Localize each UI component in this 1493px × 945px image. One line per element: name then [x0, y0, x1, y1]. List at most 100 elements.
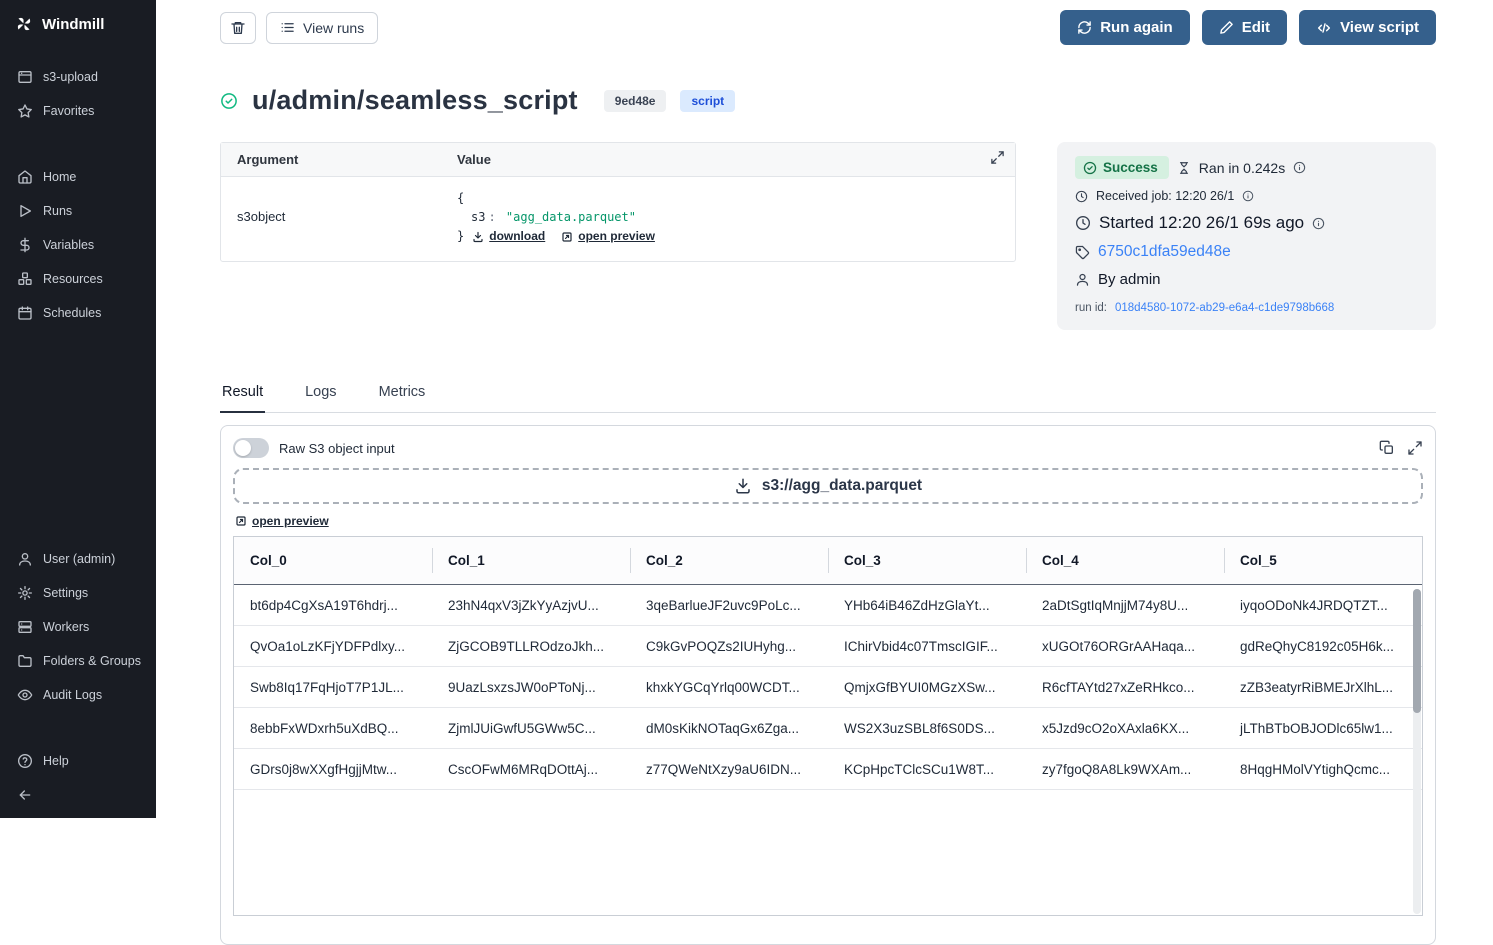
result-table-body: bt6dp4CgXsA19T6hdrj...23hN4qxV3jZkYyAzjv… [234, 585, 1422, 790]
page-title: u/admin/seamless_script [252, 85, 578, 116]
sidebar-item-label: Resources [43, 272, 103, 286]
sidebar-item-label: User (admin) [43, 552, 115, 566]
scrollbar-thumb[interactable] [1413, 589, 1421, 713]
tag-icon [1075, 245, 1090, 260]
edit-button[interactable]: Edit [1202, 10, 1287, 45]
table-cell: QvOa1oLzKFjYDFPdlxy... [234, 626, 432, 667]
table-cell: bt6dp4CgXsA19T6hdrj... [234, 585, 432, 626]
result-table-container: Col_0Col_1Col_2Col_3Col_4Col_5 bt6dp4CgX… [233, 536, 1423, 916]
table-cell: iyqoODoNk4JRDQTZT... [1224, 585, 1422, 626]
sidebar-item-help[interactable]: Help [0, 744, 156, 778]
run-again-button[interactable]: Run again [1060, 10, 1190, 45]
eye-icon [17, 687, 33, 703]
sidebar-item-folders-groups[interactable]: Folders & Groups [0, 644, 156, 678]
by-text: By admin [1098, 271, 1161, 288]
sidebar-item-resources[interactable]: Resources [0, 262, 156, 296]
copy-icon[interactable] [1379, 440, 1395, 456]
view-runs-button[interactable]: View runs [266, 12, 378, 44]
sidebar-item-label: Runs [43, 204, 72, 218]
sidebar-item-settings[interactable]: Settings [0, 576, 156, 610]
sidebar-item-schedules[interactable]: Schedules [0, 296, 156, 330]
title-row: u/admin/seamless_script 9ed48e script [220, 85, 1436, 116]
download-icon [734, 477, 752, 495]
column-header: Col_2 [630, 537, 828, 585]
delete-button[interactable] [220, 12, 256, 44]
sidebar-item-variables[interactable]: Variables [0, 228, 156, 262]
run-id-label: run id: [1075, 302, 1107, 314]
sidebar-item-label: Variables [43, 238, 94, 252]
sidebar-item-workers[interactable]: Workers [0, 610, 156, 644]
column-header: Col_3 [828, 537, 1026, 585]
column-header: Col_1 [432, 537, 630, 585]
json-brace-close: } [457, 229, 464, 243]
info-icon[interactable] [1242, 190, 1254, 202]
table-row: Swb8Iq17FqHjoT7P1JL...9UazLsxzsJW0oPToNj… [234, 667, 1422, 708]
sidebar-item-label: Audit Logs [43, 688, 102, 702]
open-preview-link[interactable]: open preview [561, 227, 655, 246]
table-row: bt6dp4CgXsA19T6hdrj...23hN4qxV3jZkYyAzjv… [234, 585, 1422, 626]
table-row: QvOa1oLzKFjYDFPdlxy...ZjGCOB9TLLROdzoJkh… [234, 626, 1422, 667]
sidebar-item-label: Help [43, 754, 69, 768]
status-card: Success Ran in 0.242s Received job: 12:2… [1057, 142, 1436, 330]
table-cell: jLThBTbOBJODlc65lw1... [1224, 708, 1422, 749]
brand-label: Windmill [42, 16, 104, 33]
server-icon [17, 619, 33, 635]
user-icon [17, 551, 33, 567]
check-circle-icon [220, 92, 238, 110]
sidebar-item-s3-upload[interactable]: s3-upload [0, 60, 156, 94]
sidebar-collapse-button[interactable] [0, 778, 156, 812]
table-row: 8ebbFxWDxrh5uXdBQ...ZjmlJUiGwfU5GWw5C...… [234, 708, 1422, 749]
success-badge: Success [1075, 156, 1169, 179]
table-cell: zy7fgoQ8A8Lk9WXAm... [1026, 749, 1224, 790]
arguments-card: Argument Value s3object { s3: "agg_data.… [220, 142, 1016, 262]
edit-label: Edit [1242, 19, 1270, 36]
info-icon[interactable] [1293, 161, 1306, 174]
arguments-header: Argument Value [221, 143, 1015, 177]
brand: Windmill [0, 0, 156, 46]
table-cell: 9UazLsxzsJW0oPToNj... [432, 667, 630, 708]
sidebar-item-audit-logs[interactable]: Audit Logs [0, 678, 156, 712]
download-link[interactable]: download [472, 227, 545, 246]
vertical-scrollbar[interactable] [1413, 589, 1421, 914]
table-cell: QmjxGfBYUI0MGzXSw... [828, 667, 1026, 708]
view-script-button[interactable]: View script [1299, 10, 1436, 45]
sidebar-item-favorites[interactable]: Favorites [0, 94, 156, 128]
json-key: s3 [471, 210, 485, 224]
info-icon[interactable] [1312, 217, 1325, 230]
sidebar-item-home[interactable]: Home [0, 160, 156, 194]
expand-result-icon[interactable] [1407, 440, 1423, 456]
table-cell: Swb8Iq17FqHjoT7P1JL... [234, 667, 432, 708]
run-id-link[interactable]: 018d4580-1072-ab29-e6a4-c1de9798b668 [1115, 302, 1334, 314]
s3-file-download-box[interactable]: s3://agg_data.parquet [233, 468, 1423, 504]
arrow-left-icon [17, 787, 33, 803]
table-cell: ZjGCOB9TLLROdzoJkh... [432, 626, 630, 667]
table-cell: WS2X3uzSBL8f6S0DS... [828, 708, 1026, 749]
value-column-header: Value [457, 152, 491, 167]
window-icon [17, 69, 33, 85]
sidebar-item-label: Workers [43, 620, 89, 634]
tab-result[interactable]: Result [220, 384, 265, 412]
external-link-icon [561, 231, 573, 243]
clock-icon [1075, 190, 1088, 203]
sidebar-item-user[interactable]: User (admin) [0, 542, 156, 576]
json-colon: : [485, 210, 498, 224]
table-cell: zZB3eatyrRiBMEJrXlhL... [1224, 667, 1422, 708]
expand-args-icon[interactable] [990, 150, 1005, 165]
view-script-label: View script [1340, 19, 1419, 36]
download-icon [472, 231, 484, 243]
tab-metrics[interactable]: Metrics [377, 384, 428, 412]
duration-text: Ran in 0.242s [1199, 160, 1285, 176]
external-link-icon [235, 515, 247, 527]
open-preview-link[interactable]: open preview [235, 514, 329, 528]
raw-s3-toggle[interactable] [233, 438, 269, 458]
table-cell: z77QWeNtXzy9aU6IDN... [630, 749, 828, 790]
result-panel: Raw S3 object input s3://agg_data.parque… [220, 425, 1436, 945]
code-icon [1316, 20, 1332, 36]
tab-logs[interactable]: Logs [303, 384, 338, 412]
table-cell: dM0sKikNOTaqGx6Zga... [630, 708, 828, 749]
calendar-icon [17, 305, 33, 321]
sidebar-item-label: Folders & Groups [43, 654, 141, 668]
worker-link[interactable]: 6750c1dfa59ed48e [1098, 243, 1231, 261]
argument-value: { s3: "agg_data.parquet" } download [457, 189, 655, 247]
sidebar-item-runs[interactable]: Runs [0, 194, 156, 228]
